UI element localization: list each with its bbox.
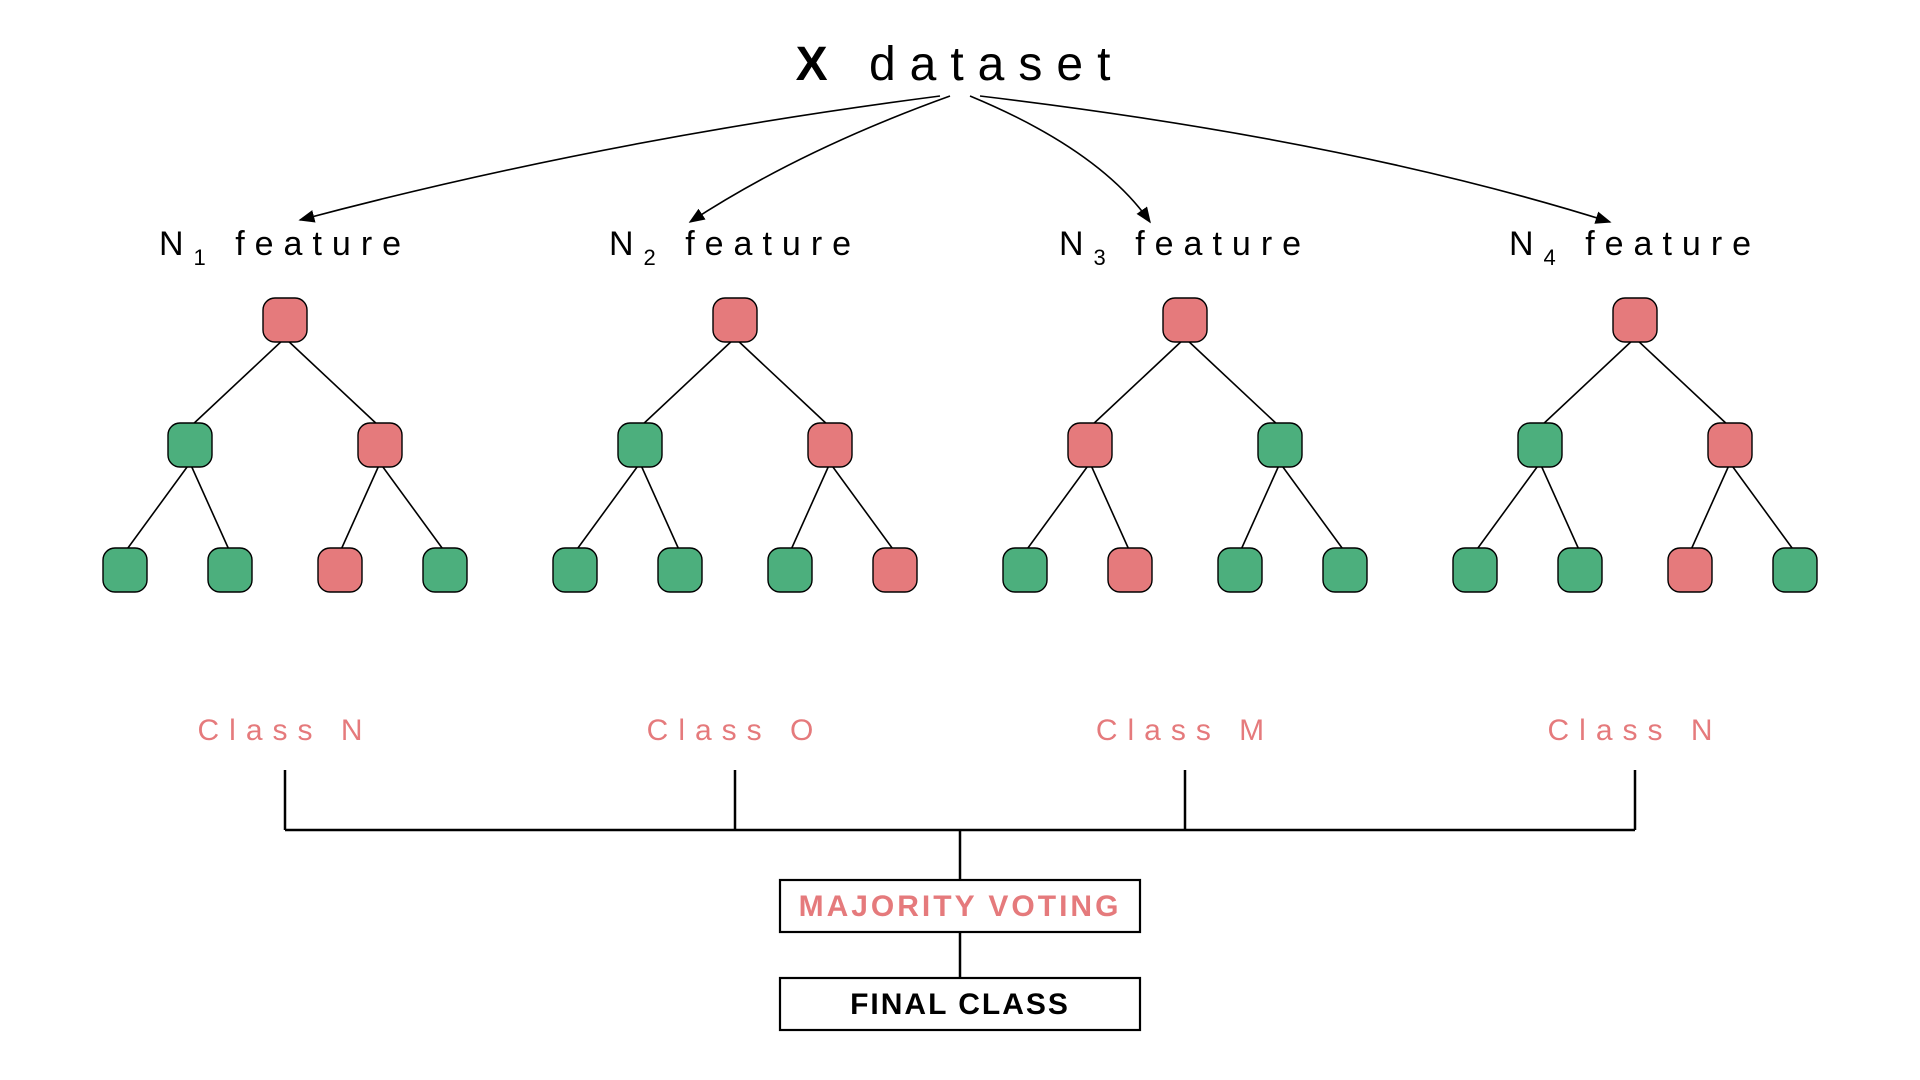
feature-label: N2 feature bbox=[609, 225, 861, 270]
feature-label: N4 feature bbox=[1509, 225, 1761, 270]
tree-node bbox=[873, 548, 917, 592]
diagram-title: X dataset bbox=[796, 38, 1125, 91]
class-output-label: Class M bbox=[1096, 714, 1274, 747]
tree-node bbox=[1323, 548, 1367, 592]
tree-node bbox=[168, 423, 212, 467]
tree-node bbox=[1218, 548, 1262, 592]
decision-tree-1: N1 feature Class N bbox=[103, 225, 467, 747]
tree-node bbox=[1068, 423, 1112, 467]
feature-label: N1 feature bbox=[159, 225, 411, 270]
tree-node bbox=[1708, 423, 1752, 467]
class-output-label: Class N bbox=[197, 714, 372, 747]
tree-node bbox=[1773, 548, 1817, 592]
tree-node bbox=[658, 548, 702, 592]
decision-tree-3: N3 feature Class M bbox=[1003, 225, 1367, 747]
tree-node bbox=[1518, 423, 1562, 467]
tree-node bbox=[318, 548, 362, 592]
tree-node bbox=[1163, 298, 1207, 342]
tree-node bbox=[208, 548, 252, 592]
tree-node bbox=[1258, 423, 1302, 467]
tree-node bbox=[808, 423, 852, 467]
tree-node bbox=[713, 298, 757, 342]
class-output-label: Class N bbox=[1547, 714, 1722, 747]
tree-node bbox=[1108, 548, 1152, 592]
class-output-label: Class O bbox=[647, 714, 824, 747]
tree-node bbox=[358, 423, 402, 467]
svg-text:MAJORITY VOTING: MAJORITY VOTING bbox=[799, 890, 1122, 923]
final-class-box: FINAL CLASS bbox=[780, 978, 1140, 1030]
tree-node bbox=[263, 298, 307, 342]
tree-node bbox=[423, 548, 467, 592]
tree-node bbox=[1613, 298, 1657, 342]
tree-node bbox=[1453, 548, 1497, 592]
tree-node bbox=[103, 548, 147, 592]
decision-tree-4: N4 feature Class N bbox=[1453, 225, 1817, 747]
tree-node bbox=[768, 548, 812, 592]
tree-node bbox=[618, 423, 662, 467]
dataset-arrows bbox=[300, 96, 1610, 222]
feature-label: N3 feature bbox=[1059, 225, 1311, 270]
bracket-connector bbox=[285, 770, 1635, 880]
tree-node bbox=[1003, 548, 1047, 592]
decision-tree-2: N2 feature Class O bbox=[553, 225, 917, 747]
majority-voting-box: MAJORITY VOTING bbox=[780, 880, 1140, 932]
tree-node bbox=[1558, 548, 1602, 592]
tree-node bbox=[553, 548, 597, 592]
tree-node bbox=[1668, 548, 1712, 592]
svg-text:FINAL CLASS: FINAL CLASS bbox=[850, 988, 1070, 1021]
